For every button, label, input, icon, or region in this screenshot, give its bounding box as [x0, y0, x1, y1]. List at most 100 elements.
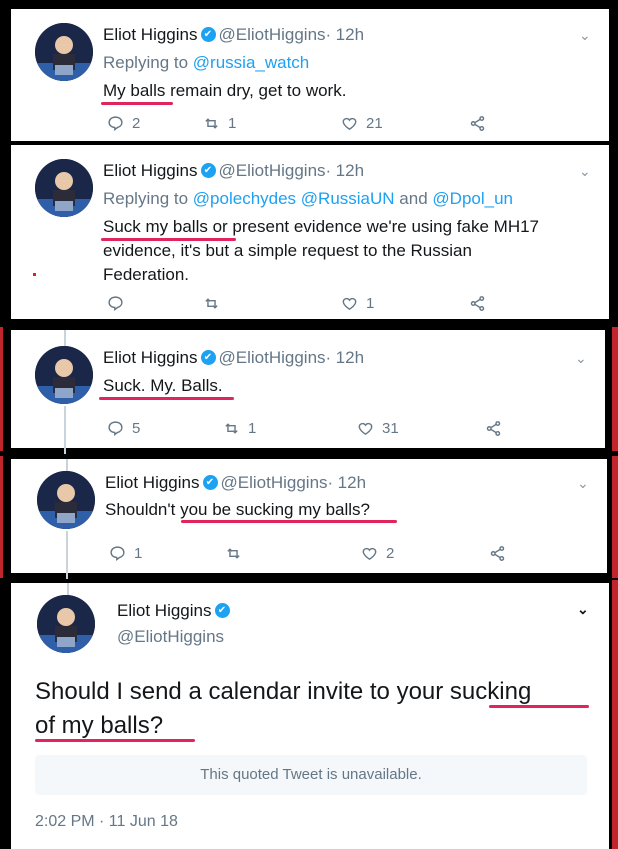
reply-button[interactable]: 2 — [107, 115, 203, 132]
tweet-text: Suck my balls or present evidence we're … — [103, 215, 603, 287]
timestamp-text: 2:02 PM · 11 Jun 18 — [35, 813, 178, 830]
heart-icon — [358, 422, 373, 436]
annotation-underline — [101, 102, 173, 105]
quoted-unavailable-text: This quoted Tweet is unavailable. — [200, 766, 422, 783]
share-icon — [486, 421, 501, 436]
reply-count: 1 — [134, 545, 143, 562]
tweet-header: Eliot Higgins ✔ @EliotHiggins· 12h — [103, 25, 364, 45]
reply-button[interactable] — [107, 295, 203, 312]
chevron-down-icon[interactable]: ⌄ — [577, 601, 589, 618]
red-edge-accent — [0, 456, 3, 578]
reply-button[interactable]: 5 — [107, 420, 223, 437]
annotation-underline — [181, 520, 397, 523]
verified-badge-icon: ✔ — [200, 27, 216, 43]
like-button[interactable]: 31 — [357, 420, 485, 437]
author-handle[interactable]: @EliotHiggins — [219, 161, 326, 180]
author-handle[interactable]: @EliotHiggins — [221, 473, 328, 492]
share-button[interactable] — [489, 545, 514, 562]
share-icon — [470, 296, 485, 311]
red-edge-accent — [612, 580, 618, 849]
thread-line — [64, 330, 66, 346]
tweet-actions: 1 2 — [109, 545, 514, 562]
share-button[interactable] — [469, 295, 494, 312]
author-name[interactable]: Eliot Higgins — [103, 348, 198, 367]
heart-icon — [342, 297, 357, 311]
retweet-button[interactable] — [225, 545, 361, 562]
avatar[interactable] — [35, 159, 93, 217]
replying-to-label: Replying to — [103, 189, 189, 208]
retweet-icon — [227, 548, 240, 559]
separator-dot: · — [327, 473, 334, 492]
author-name[interactable]: Eliot Higgins — [117, 601, 212, 620]
tweet-text-line-2: evidence, it's but a simple request to t… — [103, 241, 472, 260]
tweet-card-1[interactable]: Eliot Higgins ✔ @EliotHiggins· 12h ⌄ Reply… — [8, 6, 612, 144]
tweet-text: Shouldn't you be sucking my balls? — [105, 500, 371, 519]
main-tweet-card[interactable]: Eliot Higgins ✔ @EliotHiggins ⌄ Should I … — [8, 580, 612, 849]
replying-to: Replying to @polechydes @RussiaUN and @D… — [103, 189, 513, 209]
main-tweet-text: Should I send a calendar invite to your … — [35, 675, 605, 743]
like-count: 2 — [386, 545, 395, 562]
share-button[interactable] — [485, 420, 510, 437]
annotation-underline — [35, 739, 195, 742]
tweet-text: Suck. My. Balls. — [103, 376, 223, 395]
author-handle[interactable]: @EliotHiggins — [219, 25, 326, 44]
tweet-header: Eliot Higgins ✔ @EliotHiggins· 12h — [103, 348, 364, 368]
share-button[interactable] — [469, 115, 494, 132]
author-name[interactable]: Eliot Higgins — [103, 161, 198, 180]
heart-icon — [342, 117, 357, 131]
verified-badge-icon: ✔ — [200, 350, 216, 366]
share-icon — [490, 546, 505, 561]
tweet-time[interactable]: 12h — [336, 25, 364, 44]
reply-count: 2 — [132, 115, 141, 132]
avatar[interactable] — [35, 346, 93, 404]
reply-icon — [110, 546, 125, 561]
author-handle[interactable]: @EliotHiggins — [219, 348, 326, 367]
reply-mention-link[interactable]: @polechydes @RussiaUN — [193, 189, 395, 208]
chevron-down-icon[interactable]: ⌄ — [577, 475, 589, 492]
avatar-image — [35, 159, 93, 217]
replying-to: Replying to @russia_watch — [103, 53, 309, 73]
thread-line — [67, 583, 69, 595]
quoted-tweet-unavailable[interactable]: This quoted Tweet is unavailable. — [35, 755, 587, 795]
like-button[interactable]: 21 — [341, 115, 469, 132]
like-button[interactable]: 1 — [341, 295, 469, 312]
chevron-down-icon[interactable]: ⌄ — [579, 163, 591, 180]
reply-and: and — [399, 189, 428, 208]
author-name[interactable]: Eliot Higgins — [105, 473, 200, 492]
main-tweet-text-line-1: Should I send a calendar invite to your … — [35, 678, 532, 705]
tweet-time[interactable]: 12h — [336, 348, 364, 367]
like-button[interactable]: 2 — [361, 545, 489, 562]
retweet-button[interactable]: 1 — [203, 115, 341, 132]
reply-icon — [108, 116, 123, 131]
thread-line — [66, 459, 68, 471]
avatar[interactable] — [37, 595, 95, 653]
avatar[interactable] — [37, 471, 95, 529]
tweet-time[interactable]: 12h — [336, 161, 364, 180]
tweet-card-4[interactable]: Eliot Higgins ✔ @EliotHiggins· 12h ⌄ Shoul… — [8, 456, 610, 579]
tweet-text-line-1: Suck my balls or present evidence we're … — [103, 217, 540, 236]
separator-dot: · — [325, 25, 332, 44]
chevron-down-icon[interactable]: ⌄ — [575, 350, 587, 367]
reply-mention-link[interactable]: @russia_watch — [193, 53, 309, 72]
tweet-actions: 5 1 31 — [107, 420, 510, 437]
retweet-icon — [205, 298, 218, 309]
heart-icon — [362, 547, 377, 561]
tweet-card-3[interactable]: Eliot Higgins ✔ @EliotHiggins· 12h ⌄ Suck.… — [8, 327, 608, 454]
tweet-timestamp[interactable]: 2:02 PM · 11 Jun 18 — [35, 813, 178, 831]
tweet-time[interactable]: 12h — [338, 473, 366, 492]
reply-mention-link-2[interactable]: @Dpol_un — [432, 189, 513, 208]
reply-icon — [108, 421, 123, 436]
reply-button[interactable]: 1 — [109, 545, 225, 562]
annotation-dot — [33, 273, 36, 276]
author-name[interactable]: Eliot Higgins — [103, 25, 198, 44]
thread-line — [66, 531, 68, 579]
chevron-down-icon[interactable]: ⌄ — [579, 27, 591, 44]
retweet-button[interactable] — [203, 295, 341, 312]
retweet-button[interactable]: 1 — [223, 420, 357, 437]
verified-badge-icon: ✔ — [200, 163, 216, 179]
author-handle[interactable]: @EliotHiggins — [117, 627, 224, 646]
red-edge-accent — [612, 327, 618, 451]
tweet-card-2[interactable]: Eliot Higgins ✔ @EliotHiggins· 12h ⌄ Reply… — [8, 142, 612, 322]
avatar[interactable] — [35, 23, 93, 81]
retweet-icon — [205, 118, 218, 129]
